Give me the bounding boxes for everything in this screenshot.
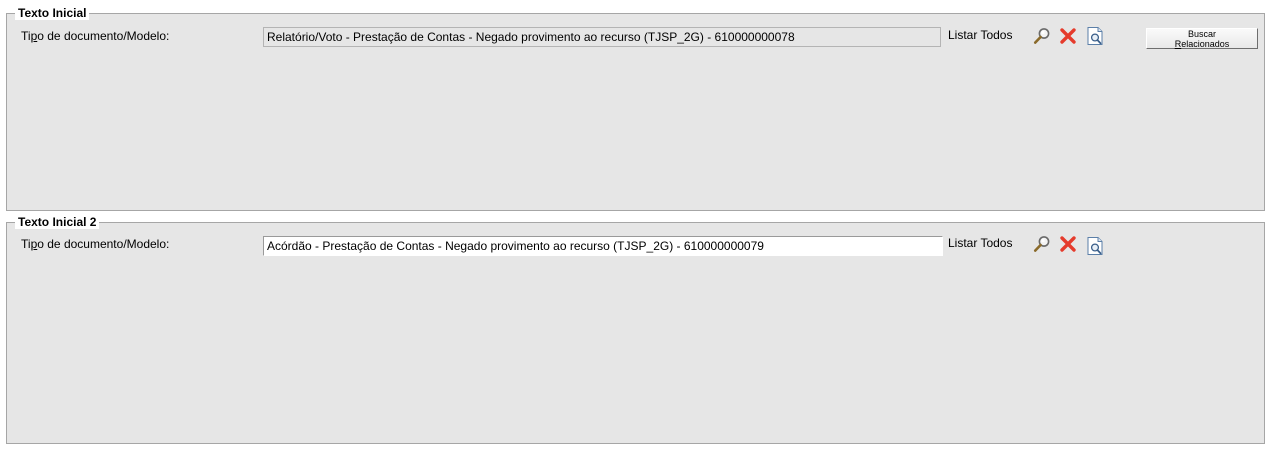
red-x-icon[interactable] xyxy=(1058,26,1078,46)
document-model-field[interactable] xyxy=(263,27,941,47)
section-texto-inicial: Texto Inicial Tipo de documento/Modelo: … xyxy=(6,6,1265,211)
document-type-label: Tipo de documento/Modelo: xyxy=(21,29,170,43)
document-preview-icon[interactable] xyxy=(1085,26,1105,46)
document-model-field[interactable] xyxy=(263,236,943,256)
document-type-label: Tipo de documento/Modelo: xyxy=(21,237,170,251)
magnifier-icon[interactable] xyxy=(1032,234,1052,254)
magnifier-icon[interactable] xyxy=(1032,26,1052,46)
red-x-icon[interactable] xyxy=(1058,234,1078,254)
section-legend: Texto Inicial 2 xyxy=(15,215,100,229)
section-texto-inicial-2: Texto Inicial 2 Tipo de documento/Modelo… xyxy=(6,215,1265,444)
section-legend: Texto Inicial xyxy=(15,6,90,20)
list-all-link[interactable]: Listar Todos xyxy=(948,28,1012,42)
document-preview-icon[interactable] xyxy=(1085,236,1105,256)
list-all-link[interactable]: Listar Todos xyxy=(948,236,1012,250)
search-related-button[interactable]: Buscar Relacionados xyxy=(1146,28,1258,49)
